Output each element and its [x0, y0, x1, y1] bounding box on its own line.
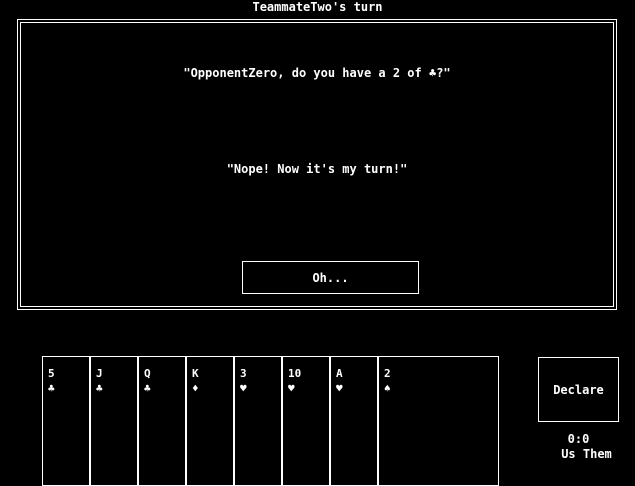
- card-rank: 10: [288, 367, 302, 380]
- card-rank: A: [336, 367, 343, 380]
- turn-dialog: "OpponentZero, do you have a 2 of ♣?" "N…: [17, 19, 617, 310]
- hearts-icon: ♥: [288, 382, 295, 395]
- hand-card-3[interactable]: Q ♣: [138, 356, 186, 486]
- hand-card-2[interactable]: J ♣: [90, 356, 138, 486]
- clubs-icon: ♣: [96, 382, 103, 395]
- acknowledge-button[interactable]: Oh...: [242, 261, 419, 294]
- declare-button[interactable]: Declare: [538, 357, 619, 422]
- score-value: 0:0: [567, 432, 590, 446]
- turn-title: TeammateTwo's turn: [252, 0, 383, 14]
- hearts-icon: ♥: [336, 382, 343, 395]
- spades-icon: ♠: [384, 382, 391, 395]
- diamonds-icon: ♦: [192, 382, 199, 395]
- card-rank: 2: [384, 367, 391, 380]
- question-text: "OpponentZero, do you have a 2 of ♣?": [183, 66, 451, 80]
- hand-card-5[interactable]: 3 ♥: [234, 356, 282, 486]
- card-rank: J: [96, 367, 103, 380]
- hand-card-1[interactable]: 5 ♣: [42, 356, 90, 486]
- score-label: Us Them: [561, 447, 612, 461]
- clubs-icon: ♣: [48, 382, 55, 395]
- hearts-icon: ♥: [240, 382, 247, 395]
- card-rank: K: [192, 367, 199, 380]
- clubs-icon: ♣: [144, 382, 151, 395]
- card-rank: Q: [144, 367, 151, 380]
- hand-card-7[interactable]: A ♥: [330, 356, 378, 486]
- answer-text: "Nope! Now it's my turn!": [226, 162, 408, 176]
- dialog-frame: "OpponentZero, do you have a 2 of ♣?" "N…: [20, 22, 614, 307]
- hand-card-4[interactable]: K ♦: [186, 356, 234, 486]
- card-rank: 5: [48, 367, 55, 380]
- card-rank: 3: [240, 367, 247, 380]
- hand-card-6[interactable]: 10 ♥: [282, 356, 330, 486]
- hand-card-8[interactable]: 2 ♠: [378, 356, 499, 486]
